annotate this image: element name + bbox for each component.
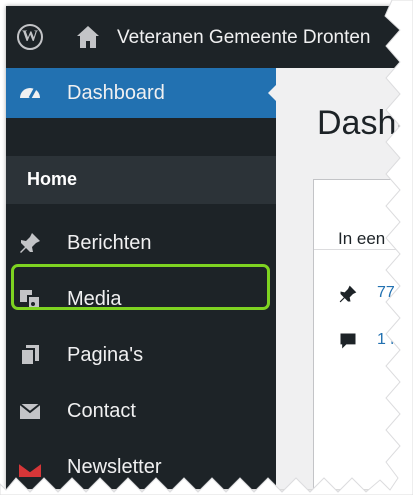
pushpin-icon (339, 285, 357, 303)
home-icon[interactable] (74, 23, 102, 51)
sidebar-item-label: Contact (67, 400, 136, 422)
submenu-item-home[interactable]: Home (6, 156, 276, 204)
sidebar-item-label: Pagina's (67, 344, 144, 366)
main-content: Dashboard In een oogopslag 77 1 r (276, 68, 406, 489)
media-highlight-outline (11, 264, 270, 310)
site-title[interactable]: Veteranen Gemeente Dronten (117, 27, 371, 49)
pages-icon (20, 345, 39, 366)
admin-bar: W Veteranen Gemeente Dronten (6, 6, 406, 68)
sidebar-item-dashboard[interactable]: Dashboard (6, 68, 277, 118)
admin-sidebar: Dashboard Home Berichten Media Pagina's … (6, 68, 277, 489)
dashboard-icon (20, 88, 40, 99)
panel-header[interactable]: In een oogopslag (314, 180, 406, 250)
pushpin-icon (20, 233, 40, 253)
sidebar-item-newsletter[interactable]: Newsletter (6, 442, 276, 489)
sidebar-item-berichten[interactable]: Berichten (6, 218, 276, 268)
mail-icon (19, 403, 41, 419)
sidebar-item-contact[interactable]: Contact (6, 386, 276, 436)
sidebar-item-label: Berichten (67, 232, 152, 254)
comment-icon (340, 333, 356, 349)
newsletter-icon (18, 462, 42, 477)
stat-posts-link[interactable]: 77 (377, 284, 395, 302)
sidebar-item-paginas[interactable]: Pagina's (6, 330, 276, 380)
page-title: Dashboard (317, 104, 406, 142)
sidebar-item-label: Dashboard (67, 82, 165, 104)
stat-comments-link[interactable]: 1 r (377, 331, 396, 349)
panel-title: In een oogopslag (338, 229, 406, 248)
submenu-item-label: Home (27, 169, 78, 189)
sidebar-item-label: Newsletter (67, 456, 162, 478)
admin-window: W Veteranen Gemeente Dronten Dashboard H… (6, 6, 406, 489)
wordpress-logo-icon[interactable]: W (17, 24, 43, 50)
at-a-glance-panel: In een oogopslag 77 1 r (313, 179, 406, 489)
